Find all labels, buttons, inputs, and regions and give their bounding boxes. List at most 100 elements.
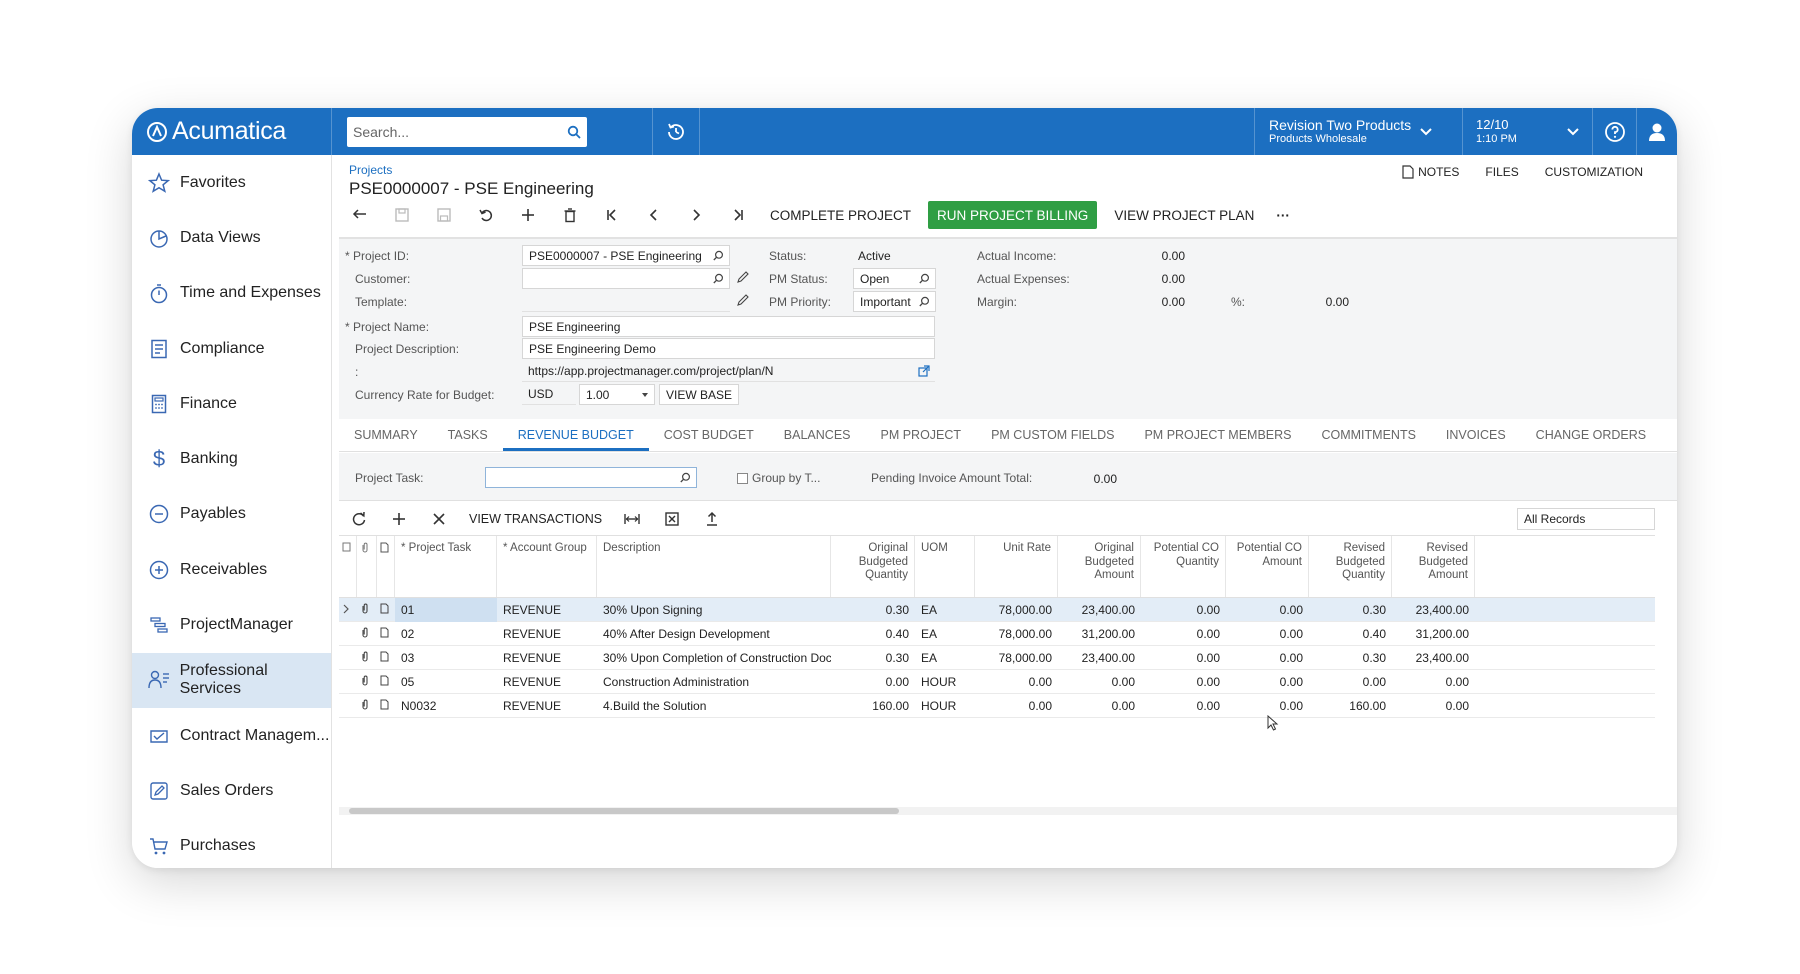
tab-summary[interactable]: SUMMARY — [339, 419, 433, 451]
tab-tasks[interactable]: TASKS — [433, 419, 503, 451]
paperclip-icon[interactable] — [357, 622, 377, 646]
sidebar-item-professional-services[interactable]: Professional Services — [132, 652, 331, 708]
project-name-field[interactable]: PSE Engineering — [522, 316, 935, 337]
column-header-revised-budgeted-amount[interactable]: Revised Budgeted Amount — [1392, 536, 1475, 597]
customization-link[interactable]: CUSTOMIZATION — [1545, 165, 1643, 179]
files-link[interactable]: FILES — [1485, 165, 1518, 179]
rate-select[interactable]: 1.00 — [579, 384, 655, 405]
cell-original-budgeted-amount[interactable]: 0.00 — [1058, 670, 1141, 694]
add-row-button[interactable] — [379, 505, 419, 533]
cell-revised-budgeted-amount[interactable]: 23,400.00 — [1392, 646, 1475, 670]
delete-row-button[interactable] — [419, 505, 459, 533]
view-transactions-button[interactable]: VIEW TRANSACTIONS — [459, 505, 612, 533]
records-filter-select[interactable]: All Records — [1517, 508, 1655, 530]
url-field[interactable]: https://app.projectmanager.com/project/p… — [522, 361, 935, 382]
cell-original-budgeted-quantity[interactable]: 0.40 — [831, 622, 915, 646]
tab-pm-custom-fields[interactable]: PM CUSTOM FIELDS — [976, 419, 1129, 451]
sidebar-item-sales-orders[interactable]: Sales Orders — [132, 763, 331, 818]
note-icon[interactable] — [377, 598, 395, 622]
back-button[interactable] — [339, 201, 381, 229]
save-button[interactable] — [423, 201, 465, 229]
cell-description[interactable]: 30% Upon Completion of Construction Doc.… — [597, 646, 831, 670]
sidebar-item-compliance[interactable]: Compliance — [132, 321, 331, 376]
prev-record-button[interactable] — [633, 201, 675, 229]
cell-original-budgeted-amount[interactable]: 0.00 — [1058, 694, 1141, 718]
view-project-plan-button[interactable]: VIEW PROJECT PLAN — [1103, 201, 1265, 229]
column-header-potential-co-amount[interactable]: Potential CO Amount — [1226, 536, 1309, 597]
cell-revised-budgeted-amount[interactable]: 31,200.00 — [1392, 622, 1475, 646]
sidebar-item-receivables[interactable]: Receivables — [132, 542, 331, 597]
cell-revised-budgeted-quantity[interactable]: 160.00 — [1309, 694, 1392, 718]
cell-unit-rate[interactable]: 78,000.00 — [975, 598, 1058, 622]
column-header-original-budgeted-quantity[interactable]: Original Budgeted Quantity — [831, 536, 915, 597]
project-task-filter-input[interactable] — [485, 467, 697, 488]
sidebar-item-contract-management[interactable]: Contract Managem... — [132, 708, 331, 763]
tab-commitments[interactable]: COMMITMENTS — [1306, 419, 1430, 451]
column-header-uom[interactable]: UOM — [915, 536, 975, 597]
tab-pm-project[interactable]: PM PROJECT — [866, 419, 977, 451]
project-id-field[interactable]: PSE0000007 - PSE Engineering — [522, 245, 730, 266]
pm-status-field[interactable]: Open — [853, 268, 936, 289]
edit-template-button[interactable] — [737, 294, 749, 309]
date-selector[interactable]: 12/10 1:10 PM — [1462, 108, 1592, 155]
cell-description[interactable]: 4.Build the Solution — [597, 694, 831, 718]
cell-project-task[interactable]: 03 — [395, 646, 497, 670]
template-field[interactable] — [522, 291, 730, 312]
column-header-description[interactable]: Description — [597, 536, 831, 597]
refresh-button[interactable] — [339, 505, 379, 533]
sidebar-item-banking[interactable]: $ Banking — [132, 431, 331, 486]
upload-button[interactable] — [692, 505, 732, 533]
currency-field[interactable]: USD — [522, 384, 576, 405]
cell-description[interactable]: 30% Upon Signing — [597, 598, 831, 622]
delete-button[interactable] — [549, 201, 591, 229]
cell-original-budgeted-quantity[interactable]: 0.00 — [831, 670, 915, 694]
paperclip-icon[interactable] — [357, 694, 377, 718]
pm-priority-field[interactable]: Important — [853, 291, 936, 312]
cell-revised-budgeted-amount[interactable]: 0.00 — [1392, 670, 1475, 694]
export-excel-button[interactable] — [652, 505, 692, 533]
table-row[interactable]: 01 REVENUE 30% Upon Signing 0.30 EA 78,0… — [339, 597, 1655, 622]
cell-account-group[interactable]: REVENUE — [497, 646, 597, 670]
cell-revised-budgeted-quantity[interactable]: 0.40 — [1309, 622, 1392, 646]
column-header-potential-co-quantity[interactable]: Potential CO Quantity — [1141, 536, 1226, 597]
table-row[interactable]: 02 REVENUE 40% After Design Development … — [339, 622, 1655, 646]
acumatica-logo[interactable]: Acumatica — [132, 108, 332, 155]
cell-original-budgeted-quantity[interactable]: 160.00 — [831, 694, 915, 718]
cell-uom[interactable]: HOUR — [915, 670, 975, 694]
sidebar-item-finance[interactable]: Finance — [132, 376, 331, 431]
note-icon[interactable] — [377, 646, 395, 670]
cell-account-group[interactable]: REVENUE — [497, 694, 597, 718]
undo-button[interactable] — [465, 201, 507, 229]
cell-revised-budgeted-quantity[interactable]: 0.30 — [1309, 598, 1392, 622]
tab-pm-project-members[interactable]: PM PROJECT MEMBERS — [1129, 419, 1306, 451]
complete-project-button[interactable]: COMPLETE PROJECT — [759, 201, 922, 229]
cell-project-task[interactable]: 05 — [395, 670, 497, 694]
column-header-unit-rate[interactable]: Unit Rate — [975, 536, 1058, 597]
table-row[interactable]: 03 REVENUE 30% Upon Completion of Constr… — [339, 646, 1655, 670]
cell-revised-budgeted-amount[interactable]: 23,400.00 — [1392, 598, 1475, 622]
sidebar-item-favorites[interactable]: Favorites — [132, 155, 331, 210]
paperclip-icon[interactable] — [357, 670, 377, 694]
note-icon[interactable] — [377, 670, 395, 694]
user-button[interactable] — [1636, 108, 1677, 155]
sidebar-item-data-views[interactable]: Data Views — [132, 210, 331, 265]
sidebar-item-time-and-expenses[interactable]: Time and Expenses — [132, 266, 331, 321]
cell-unit-rate[interactable]: 0.00 — [975, 694, 1058, 718]
table-row[interactable]: N0032 REVENUE 4.Build the Solution 160.0… — [339, 694, 1655, 718]
cell-description[interactable]: Construction Administration — [597, 670, 831, 694]
cell-original-budgeted-quantity[interactable]: 0.30 — [831, 598, 915, 622]
cell-original-budgeted-amount[interactable]: 23,400.00 — [1058, 646, 1141, 670]
tenant-selector[interactable]: Revision Two Products Products Wholesale — [1254, 108, 1462, 155]
cell-uom[interactable]: HOUR — [915, 694, 975, 718]
cell-revised-budgeted-quantity[interactable]: 0.00 — [1309, 670, 1392, 694]
cell-description[interactable]: 40% After Design Development — [597, 622, 831, 646]
cell-account-group[interactable]: REVENUE — [497, 622, 597, 646]
cell-original-budgeted-amount[interactable]: 23,400.00 — [1058, 598, 1141, 622]
sidebar-item-projectmanager[interactable]: ProjectManager — [132, 597, 331, 652]
tab-invoices[interactable]: INVOICES — [1431, 419, 1521, 451]
help-button[interactable] — [1592, 108, 1636, 155]
column-header-account-group[interactable]: * Account Group — [497, 536, 597, 597]
cell-revised-budgeted-amount[interactable]: 0.00 — [1392, 694, 1475, 718]
cell-uom[interactable]: EA — [915, 598, 975, 622]
column-header-original-budgeted-amount[interactable]: Original Budgeted Amount — [1058, 536, 1141, 597]
